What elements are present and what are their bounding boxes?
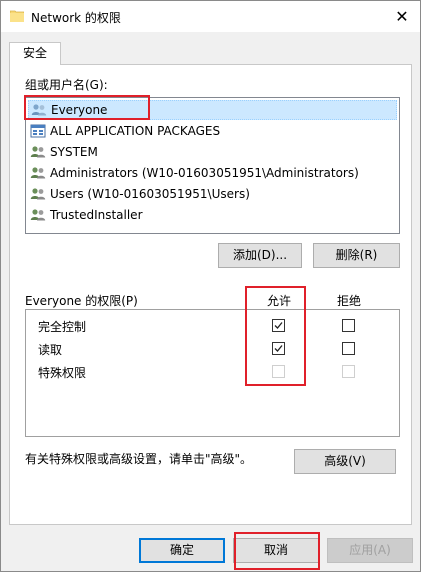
users-icon [30,146,46,158]
ok-button[interactable]: 确定 [139,538,225,563]
checkmark-icon [274,345,283,352]
security-tab-panel: 组或用户名(G): Everyone ALL APPLICATION PACKA… [9,64,412,525]
list-item-trustedinstaller[interactable]: TrustedInstaller [28,205,397,225]
app-packages-icon [30,124,46,138]
advanced-button[interactable]: 高级(V) [294,449,396,474]
users-icon [31,104,47,116]
list-item-users[interactable]: Users (W10-01603051951\Users) [28,184,397,204]
permissions-list: 完全控制 读取 特殊权限 [25,309,400,437]
remove-button[interactable]: 删除(R) [313,243,400,268]
tab-security[interactable]: 安全 [9,42,61,65]
title-bar: Network 的权限 ✕ [1,1,420,32]
permissions-title: Everyone 的权限(P) [25,294,138,308]
list-item-label: Everyone [51,103,108,117]
close-button[interactable]: ✕ [384,1,420,32]
full-control-deny-checkbox[interactable] [342,319,355,332]
group-user-list[interactable]: Everyone ALL APPLICATION PACKAGES SYSTEM… [25,97,400,234]
special-deny-checkbox [342,365,355,378]
list-item-label: TrustedInstaller [50,208,143,222]
list-item-all-app-packages[interactable]: ALL APPLICATION PACKAGES [28,121,397,141]
list-item-label: ALL APPLICATION PACKAGES [50,124,221,138]
list-item-system[interactable]: SYSTEM [28,142,397,162]
allow-column-header: 允许 [267,294,292,308]
apply-button[interactable]: 应用(A) [327,538,413,563]
close-icon: ✕ [395,7,409,26]
read-deny-checkbox[interactable] [342,342,355,355]
permission-row-label: 完全控制 [38,320,87,334]
permission-row-label: 读取 [38,343,63,357]
permission-row-label: 特殊权限 [38,366,87,380]
special-allow-checkbox [272,365,285,378]
read-allow-checkbox[interactable] [272,342,285,355]
list-item-label: SYSTEM [50,145,98,159]
advanced-note: 有关特殊权限或高级设置，请单击"高级"。 [25,452,253,466]
users-icon [30,188,46,200]
users-icon [30,167,46,179]
folder-icon [10,10,24,22]
cancel-button[interactable]: 取消 [233,538,319,563]
list-item-label: Users (W10-01603051951\Users) [50,187,250,201]
checkmark-icon [274,322,283,329]
list-item-administrators[interactable]: Administrators (W10-01603051951\Administ… [28,163,397,183]
deny-column-header: 拒绝 [337,294,362,308]
full-control-allow-checkbox[interactable] [272,319,285,332]
list-item-label: Administrators (W10-01603051951\Administ… [50,166,359,180]
window-title: Network 的权限 [31,11,121,25]
list-item-everyone[interactable]: Everyone [28,100,397,120]
users-icon [30,209,46,221]
add-button[interactable]: 添加(D)... [218,243,302,268]
group-user-label: 组或用户名(G): [25,78,108,92]
permissions-dialog: Network 的权限 ✕ 安全 组或用户名(G): Everyone ALL … [0,0,421,572]
